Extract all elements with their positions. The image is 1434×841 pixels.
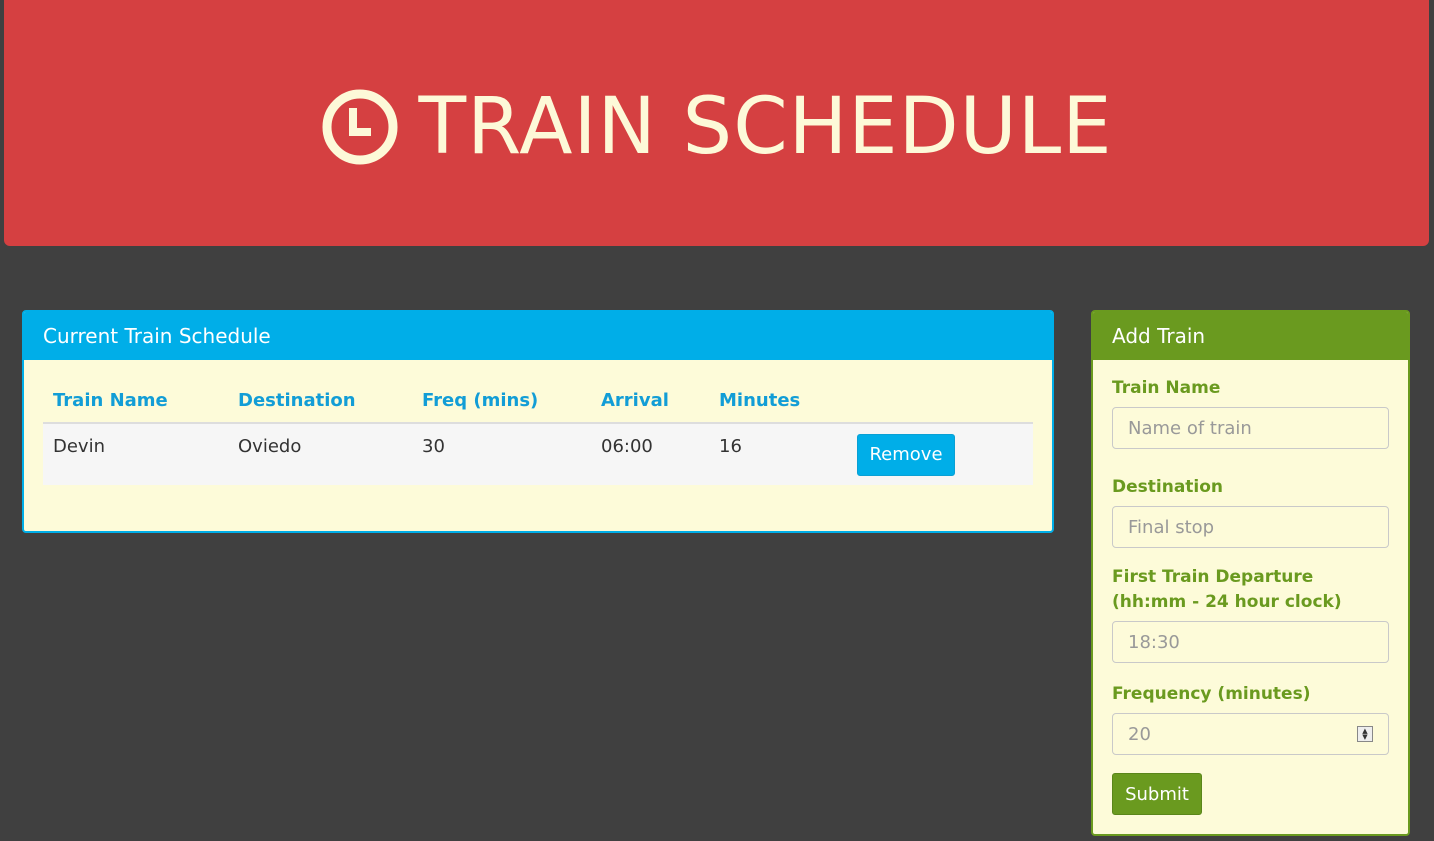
train-name-group: Train Name Name of train	[1112, 376, 1389, 449]
column-header-minutes: Minutes	[709, 378, 847, 424]
destination-group: Destination Final stop	[1112, 475, 1389, 548]
add-train-panel: Add Train Train Name Name of train Desti…	[1091, 310, 1410, 836]
first-departure-input[interactable]: 18:30	[1112, 621, 1389, 663]
remove-button[interactable]: Remove	[857, 434, 955, 476]
schedule-panel-heading: Current Train Schedule	[24, 312, 1052, 360]
schedule-panel: Current Train Schedule Train Name Destin…	[22, 310, 1054, 533]
column-header-train-name: Train Name	[43, 378, 228, 424]
column-header-actions	[847, 378, 1033, 424]
train-name-input[interactable]: Name of train	[1112, 407, 1389, 449]
frequency-group: Frequency (minutes) 20 ▲ ▼	[1112, 682, 1389, 755]
header-title-wrap: TRAIN SCHEDULE	[321, 88, 1113, 166]
add-train-panel-heading: Add Train	[1093, 312, 1408, 360]
cell-minutes: 16	[709, 423, 847, 485]
number-spinner[interactable]: ▲ ▼	[1357, 726, 1373, 742]
column-header-arrival: Arrival	[591, 378, 709, 424]
submit-button[interactable]: Submit	[1112, 773, 1202, 815]
cell-frequency: 30	[412, 423, 591, 485]
cell-train-name: Devin	[43, 423, 228, 485]
column-header-frequency: Freq (mins)	[412, 378, 591, 424]
spinner-down-icon[interactable]: ▼	[1362, 734, 1367, 741]
frequency-input[interactable]: 20 ▲ ▼	[1112, 713, 1389, 755]
cell-arrival: 06:00	[591, 423, 709, 485]
first-departure-group: First Train Departure (hh:mm - 24 hour c…	[1112, 565, 1389, 663]
cell-destination: Oviedo	[228, 423, 412, 485]
destination-placeholder: Final stop	[1128, 516, 1215, 538]
schedule-table: Train Name Destination Freq (mins) Arriv…	[43, 378, 1033, 485]
add-train-form: Train Name Name of train Destination Fin…	[1093, 360, 1408, 815]
frequency-placeholder: 20	[1128, 723, 1151, 745]
page-title: TRAIN SCHEDULE	[418, 82, 1113, 172]
column-header-destination: Destination	[228, 378, 412, 424]
train-name-placeholder: Name of train	[1128, 417, 1252, 439]
table-row: Devin Oviedo 30 06:00 16 Remove	[43, 423, 1033, 485]
clock-icon	[321, 88, 399, 166]
destination-label: Destination	[1112, 477, 1224, 497]
frequency-label: Frequency (minutes)	[1112, 684, 1311, 704]
destination-input[interactable]: Final stop	[1112, 506, 1389, 548]
train-name-label: Train Name	[1112, 378, 1221, 398]
first-departure-label: First Train Departure (hh:mm - 24 hour c…	[1112, 567, 1342, 612]
cell-actions: Remove	[847, 423, 1033, 485]
table-header-row: Train Name Destination Freq (mins) Arriv…	[43, 378, 1033, 424]
header-banner: TRAIN SCHEDULE	[4, 0, 1429, 246]
schedule-panel-body: Train Name Destination Freq (mins) Arriv…	[24, 360, 1052, 485]
first-departure-placeholder: 18:30	[1128, 631, 1180, 653]
